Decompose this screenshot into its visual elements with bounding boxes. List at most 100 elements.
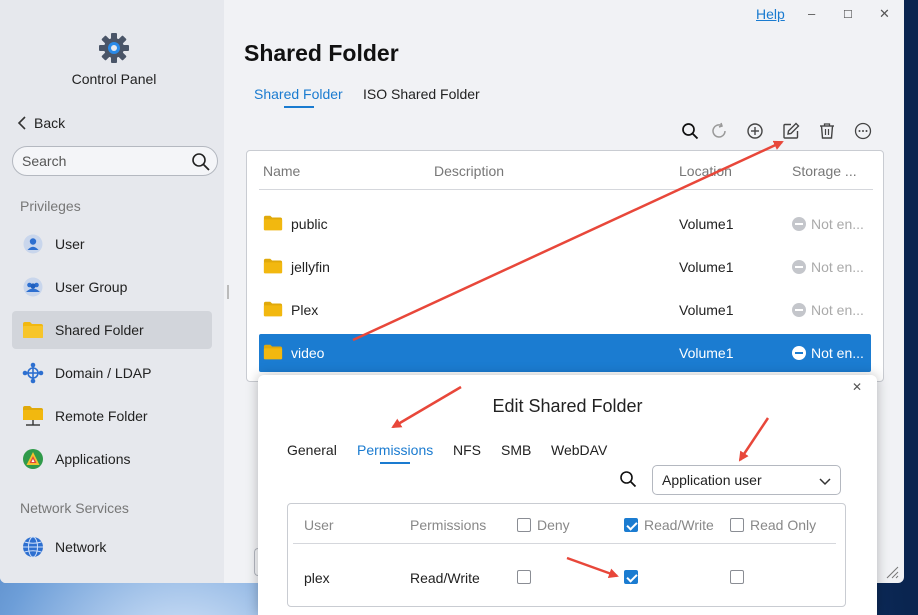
deny-header-label: Deny [537,517,570,533]
domain-network-icon [22,362,44,384]
section-label-privileges: Privileges [20,198,81,214]
refresh-icon[interactable] [709,121,729,141]
perm-row-deny-checkbox[interactable] [517,570,531,584]
storage-status: Not en... [792,302,864,318]
close-button[interactable]: ✕ [879,6,890,22]
sidebar-item-remote-folder[interactable]: Remote Folder [12,397,212,435]
dialog-close-button[interactable]: ✕ [852,380,862,394]
column-header-description[interactable]: Description [434,163,504,179]
column-header-location[interactable]: Location [679,163,732,179]
dialog-title: Edit Shared Folder [492,396,643,416]
folder-icon [263,215,283,231]
back-label: Back [34,115,66,131]
storage-status: Not en... [792,259,864,275]
column-header-name[interactable]: Name [263,163,300,179]
table-row-selected[interactable]: video Volume1 Not en... [259,334,871,372]
tab-shared-folder[interactable]: Shared Folder [254,86,343,102]
table-row[interactable]: jellyfin Volume1 Not en... [259,248,871,286]
tab-iso-shared-folder[interactable]: ISO Shared Folder [363,86,480,102]
table-header-divider [259,189,873,190]
folder-location: Volume1 [679,216,734,232]
back-button[interactable]: Back [16,115,65,131]
table-row[interactable]: Plex Volume1 Not en... [259,291,871,329]
chevron-left-icon [17,116,26,130]
section-label-network-services: Network Services [20,500,129,516]
sidebar-item-label: Remote Folder [55,408,148,424]
perm-row-permissions: Read/Write [410,570,480,586]
storage-status-text: Not en... [811,259,864,275]
perm-header-permissions: Permissions [410,517,487,533]
user-type-select[interactable]: Application user [652,465,841,495]
read-only-header-label: Read Only [750,517,817,533]
folder-location: Volume1 [679,302,734,318]
sidebar-resize-handle[interactable] [227,285,229,299]
perm-header-read-write: Read/Write [624,517,714,533]
dialog-active-tab-indicator [380,462,410,464]
sidebar-search-input[interactable]: Search [12,146,218,176]
resize-grip-icon[interactable] [885,565,899,579]
sidebar-item-domain-ldap[interactable]: Domain / LDAP [12,354,212,392]
sidebar-item-label: Shared Folder [55,322,144,338]
user-type-select-value: Application user [662,472,762,488]
sidebar-item-network[interactable]: Network [12,528,212,566]
sidebar-item-user-group[interactable]: User Group [12,268,212,306]
folder-name: video [291,345,325,361]
dialog-tab-permissions[interactable]: Permissions [357,442,433,458]
table-row[interactable]: public Volume1 Not en... [259,205,871,243]
user-icon [22,233,44,255]
dialog-tab-nfs[interactable]: NFS [453,442,481,458]
folder-name: public [291,216,328,232]
dialog-tab-general[interactable]: General [287,442,337,458]
folder-name: jellyfin [291,259,330,275]
sidebar-item-applications[interactable]: Applications [12,440,212,478]
not-enabled-icon [792,346,806,360]
page-title: Shared Folder [244,40,399,66]
remote-folder-icon [22,405,44,427]
read-write-all-checkbox[interactable] [624,518,638,532]
search-icon[interactable] [619,470,637,488]
perm-header-user: User [304,517,334,533]
folder-location: Volume1 [679,345,734,361]
folder-icon [263,344,283,360]
not-enabled-icon [792,303,806,317]
more-icon[interactable] [853,121,873,141]
dialog-tab-webdav[interactable]: WebDAV [551,442,607,458]
perm-header-read-only: Read Only [730,517,816,533]
folder-location: Volume1 [679,259,734,275]
delete-icon[interactable] [817,121,837,141]
column-header-storage[interactable]: Storage ... [792,163,857,179]
search-placeholder: Search [22,153,67,169]
folder-icon [263,258,283,274]
storage-status-text: Not en... [811,216,864,232]
deny-all-checkbox[interactable] [517,518,531,532]
sidebar-item-shared-folder[interactable]: Shared Folder [12,311,212,349]
add-icon[interactable] [745,121,765,141]
help-link[interactable]: Help [756,6,785,22]
sidebar-item-label: Network [55,539,107,555]
storage-status-text: Not en... [811,302,864,318]
sidebar-item-label: Applications [55,451,131,467]
sidebar-item-user[interactable]: User [12,225,212,263]
edit-icon[interactable] [781,121,801,141]
read-only-all-checkbox[interactable] [730,518,744,532]
perm-row-read-write-checkbox[interactable] [624,570,638,584]
user-group-icon [22,276,44,298]
active-tab-indicator [284,106,314,108]
folder-name: Plex [291,302,319,318]
sidebar-item-label: User Group [55,279,128,295]
applications-icon [22,448,44,470]
storage-status: Not en... [792,216,864,232]
search-icon[interactable] [680,121,700,141]
search-icon[interactable] [191,152,211,172]
not-enabled-icon [792,260,806,274]
perm-row-read-only-checkbox[interactable] [730,570,744,584]
dialog-tab-smb[interactable]: SMB [501,442,531,458]
folder-icon [263,301,283,317]
maximize-button[interactable]: ☐ [843,8,853,21]
read-write-header-label: Read/Write [644,517,714,533]
chevron-down-icon [819,478,831,486]
minimize-button[interactable]: – [808,6,815,21]
gear-icon [99,33,129,63]
app-title: Control Panel [71,71,157,87]
sidebar-item-label: User [55,236,85,252]
